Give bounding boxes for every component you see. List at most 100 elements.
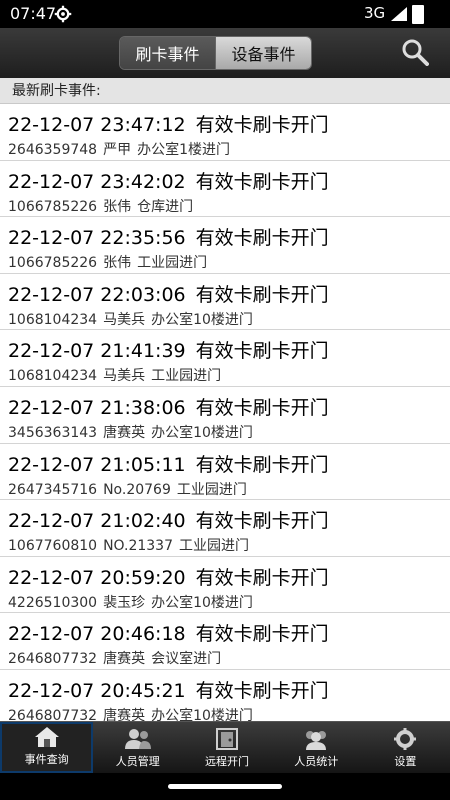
event-type: 有效卡刷卡开门 bbox=[195, 566, 329, 589]
event-details: 2646359748 严甲 办公室1楼进门 bbox=[8, 139, 450, 159]
event-row[interactable]: 22-12-07 21:02:40 有效卡刷卡开门 1067760810 NO.213… bbox=[0, 500, 450, 557]
door-name: 办公室10楼进门 bbox=[151, 311, 253, 328]
event-details: 3456363143 唐赛英 办公室10楼进门 bbox=[8, 422, 450, 442]
tab-settings[interactable]: 设置 bbox=[361, 722, 450, 773]
tab-user-management[interactable]: 人员管理 bbox=[93, 722, 182, 773]
event-list[interactable]: 22-12-07 23:47:12 有效卡刷卡开门 2646359748 严甲 办公室1… bbox=[0, 104, 450, 721]
event-details: 1066785226 张伟 工业园进门 bbox=[8, 252, 450, 272]
search-icon[interactable] bbox=[401, 38, 429, 66]
event-row[interactable]: 22-12-07 23:47:12 有效卡刷卡开门 2646359748 严甲 办公室1… bbox=[0, 104, 450, 161]
card-number: 1066785226 bbox=[8, 255, 98, 272]
event-datetime: 22-12-07 23:47:12 bbox=[8, 114, 186, 136]
person-name: 裴玉珍 bbox=[103, 594, 146, 611]
card-number: 2646807732 bbox=[8, 707, 98, 721]
users-icon bbox=[124, 729, 151, 749]
tab-device-events[interactable]: 设备事件 bbox=[215, 37, 311, 69]
event-row[interactable]: 22-12-07 23:42:02 有效卡刷卡开门 1066785226 张伟 仓库进门 bbox=[0, 161, 450, 218]
event-headline: 22-12-07 21:38:06 有效卡刷卡开门 bbox=[8, 387, 450, 420]
event-type: 有效卡刷卡开门 bbox=[195, 453, 329, 476]
event-row[interactable]: 22-12-07 20:59:20 有效卡刷卡开门 4226510300 裴玉珍 办公室… bbox=[0, 557, 450, 614]
event-datetime: 22-12-07 23:42:02 bbox=[8, 170, 186, 193]
tab-label: 设置 bbox=[394, 755, 417, 768]
event-row[interactable]: 22-12-07 20:46:18 有效卡刷卡开门 2646807732 唐赛英 会议室… bbox=[0, 613, 450, 670]
tab-user-statistics[interactable]: 人员统计 bbox=[272, 722, 361, 773]
tab-label: 人员管理 bbox=[115, 755, 160, 768]
tab-event-query[interactable]: 事件查询 bbox=[0, 722, 94, 773]
home-gesture-handle[interactable] bbox=[168, 784, 282, 789]
network-type: 3G bbox=[364, 4, 386, 22]
person-name: 唐赛英 bbox=[103, 424, 146, 441]
event-headline: 22-12-07 20:59:20 有效卡刷卡开门 bbox=[8, 557, 450, 590]
card-number: 4226510300 bbox=[8, 594, 98, 611]
app-header: 刷卡事件 设备事件 bbox=[0, 28, 450, 78]
event-datetime: 22-12-07 21:41:39 bbox=[8, 340, 186, 363]
person-name: 唐赛英 bbox=[103, 707, 146, 721]
person-name: No.20769 bbox=[103, 481, 171, 498]
event-headline: 22-12-07 21:05:11 有效卡刷卡开门 bbox=[8, 444, 450, 477]
event-row[interactable]: 22-12-07 22:35:56 有效卡刷卡开门 1066785226 张伟 工业园进… bbox=[0, 217, 450, 274]
event-row[interactable]: 22-12-07 21:05:11 有效卡刷卡开门 2647345716 No.207… bbox=[0, 444, 450, 501]
card-number: 1066785226 bbox=[8, 198, 98, 215]
event-row[interactable]: 22-12-07 21:38:06 有效卡刷卡开门 3456363143 唐赛英 办公室… bbox=[0, 387, 450, 444]
status-time: 07:47 bbox=[10, 4, 57, 23]
person-name: 马美兵 bbox=[103, 368, 146, 385]
event-details: 1066785226 张伟 仓库进门 bbox=[8, 196, 450, 216]
card-number: 1068104234 bbox=[8, 311, 98, 328]
card-number: 2646359748 bbox=[8, 142, 98, 158]
event-type: 有效卡刷卡开门 bbox=[195, 679, 329, 702]
person-name: 严甲 bbox=[103, 142, 132, 158]
event-datetime: 22-12-07 21:38:06 bbox=[8, 396, 186, 419]
tab-remote-open[interactable]: 远程开门 bbox=[182, 722, 271, 773]
group-icon bbox=[306, 731, 327, 750]
event-details: 1067760810 NO.21337 工业园进门 bbox=[8, 535, 450, 555]
door-name: 工业园进门 bbox=[137, 255, 208, 272]
event-details: 2646807732 唐赛英 办公室10楼进门 bbox=[8, 705, 450, 721]
door-name: 办公室1楼进门 bbox=[137, 142, 230, 158]
event-type: 有效卡刷卡开门 bbox=[195, 396, 329, 419]
event-datetime: 22-12-07 20:45:21 bbox=[8, 679, 186, 702]
event-type-segment: 刷卡事件 设备事件 bbox=[119, 36, 312, 70]
event-row[interactable]: 22-12-07 22:03:06 有效卡刷卡开门 1068104234 马美兵 办公室… bbox=[0, 274, 450, 331]
card-number: 3456363143 bbox=[8, 424, 98, 441]
event-details: 2646807732 唐赛英 会议室进门 bbox=[8, 648, 450, 668]
door-name: 工业园进门 bbox=[179, 538, 249, 555]
door-name: 仓库进门 bbox=[137, 198, 194, 215]
gear-icon bbox=[394, 728, 417, 750]
person-name: 张伟 bbox=[103, 198, 132, 215]
section-label: 最新刷卡事件: bbox=[0, 78, 450, 104]
event-headline: 22-12-07 21:02:40 有效卡刷卡开门 bbox=[8, 500, 450, 533]
door-icon bbox=[216, 728, 238, 750]
event-details: 2647345716 No.20769 工业园进门 bbox=[8, 479, 450, 499]
door-name: 办公室10楼进门 bbox=[151, 424, 253, 441]
event-headline: 22-12-07 21:41:39 有效卡刷卡开门 bbox=[8, 330, 450, 363]
tab-label: 事件查询 bbox=[24, 753, 69, 766]
event-headline: 22-12-07 22:35:56 有效卡刷卡开门 bbox=[8, 217, 450, 250]
event-type: 有效卡刷卡开门 bbox=[195, 114, 329, 136]
event-row[interactable]: 22-12-07 21:41:39 有效卡刷卡开门 1068104234 马美兵 工业园… bbox=[0, 330, 450, 387]
tab-card-events[interactable]: 刷卡事件 bbox=[120, 37, 215, 69]
person-name: 张伟 bbox=[103, 255, 132, 272]
event-datetime: 22-12-07 21:02:40 bbox=[8, 510, 186, 533]
event-type: 有效卡刷卡开门 bbox=[195, 283, 329, 306]
person-name: 马美兵 bbox=[103, 311, 146, 328]
card-number: 1067760810 bbox=[8, 538, 98, 555]
card-number: 1068104234 bbox=[8, 368, 98, 385]
event-type: 有效卡刷卡开门 bbox=[195, 510, 329, 533]
person-name: NO.21337 bbox=[103, 538, 173, 555]
door-name: 会议室进门 bbox=[151, 651, 222, 668]
door-name: 办公室10楼进门 bbox=[151, 707, 253, 721]
person-name: 唐赛英 bbox=[103, 651, 146, 668]
event-datetime: 22-12-07 22:03:06 bbox=[8, 283, 186, 306]
signal-icon bbox=[391, 7, 407, 21]
event-row[interactable]: 22-12-07 20:45:21 有效卡刷卡开门 2646807732 唐赛英 办公室… bbox=[0, 670, 450, 721]
event-headline: 22-12-07 20:46:18 有效卡刷卡开门 bbox=[8, 613, 450, 646]
card-number: 2647345716 bbox=[8, 481, 98, 498]
event-type: 有效卡刷卡开门 bbox=[195, 227, 329, 250]
home-icon bbox=[34, 727, 59, 747]
event-type: 有效卡刷卡开门 bbox=[195, 623, 329, 646]
event-type: 有效卡刷卡开门 bbox=[195, 340, 329, 363]
event-headline: 22-12-07 23:42:02 有效卡刷卡开门 bbox=[8, 161, 450, 194]
status-bar: 07:47 3G bbox=[0, 0, 450, 28]
bottom-tabbar: 事件查询 人员管理 远程开门 人员统计 设置 bbox=[0, 721, 450, 773]
door-name: 工业园进门 bbox=[151, 368, 222, 385]
